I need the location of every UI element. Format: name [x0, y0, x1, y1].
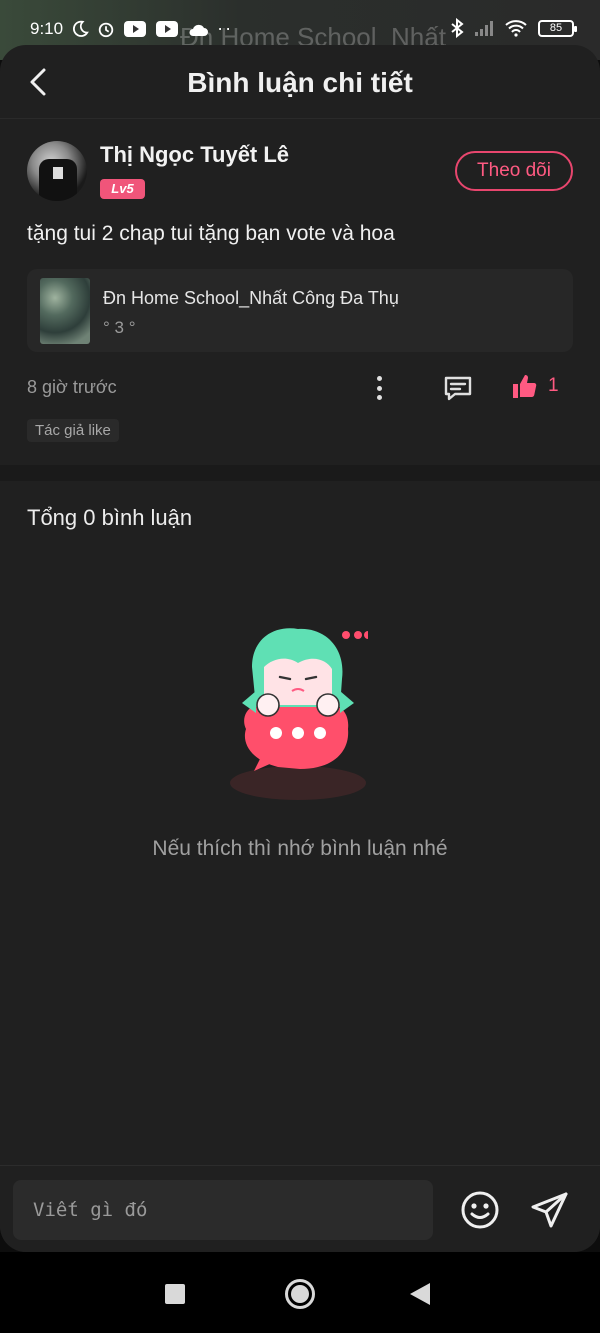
- book-card[interactable]: Đn Home School_Nhất Công Đa Thụ ° 3 °: [27, 269, 573, 352]
- youtube-icon: [124, 20, 147, 37]
- more-notifications-icon: ··: [217, 18, 234, 38]
- level-badge: Lv5: [100, 179, 145, 199]
- home-icon: [291, 1285, 309, 1303]
- wifi-icon: [505, 20, 527, 37]
- status-bar-right: 85: [450, 18, 577, 38]
- status-bar-left: 9:10 ··: [30, 18, 233, 39]
- follow-button[interactable]: Theo dõi: [455, 151, 573, 191]
- send-icon: [531, 1192, 568, 1228]
- avatar-logo: [53, 167, 63, 179]
- like-button[interactable]: 1: [510, 372, 559, 400]
- comment-input[interactable]: Viết gì đó: [13, 1180, 433, 1240]
- system-back-button[interactable]: [410, 1283, 430, 1305]
- more-button[interactable]: [370, 374, 388, 402]
- empty-comments-text: Nếu thích thì nhớ bình luận nhé: [152, 837, 448, 860]
- system-navigation-bar: [0, 1252, 600, 1333]
- comment-detail-sheet: Bình luận chi tiết Thị Ngọc Tuyết Lê Lv5…: [0, 45, 600, 1252]
- cloud-icon: [189, 24, 209, 36]
- comment-icon: [444, 376, 472, 401]
- reply-button[interactable]: [443, 374, 473, 407]
- youtube-icon: [156, 20, 179, 37]
- like-count: 1: [548, 375, 559, 396]
- timestamp: 8 giờ trước: [27, 377, 117, 397]
- thumbs-up-icon: [513, 375, 537, 398]
- page-title: Bình luận chi tiết: [187, 67, 413, 98]
- comment-total: Tổng 0 bình luận: [27, 505, 193, 530]
- bluetooth-icon: [451, 18, 464, 38]
- comment-input-bar: Viết gì đó: [0, 1165, 600, 1252]
- book-chapter: ° 3 °: [103, 318, 136, 337]
- author-like-tag: Tác giả like: [27, 419, 119, 442]
- book-cover: [40, 278, 90, 344]
- smiley-icon: [461, 1191, 499, 1229]
- home-button[interactable]: [285, 1279, 315, 1309]
- header: Bình luận chi tiết: [0, 45, 600, 119]
- section-divider: [0, 465, 600, 481]
- moon-icon: [73, 20, 89, 37]
- alarm-icon: [98, 22, 114, 37]
- battery-icon: 85: [538, 19, 577, 37]
- book-title: Đn Home School_Nhất Công Đa Thụ: [103, 288, 399, 308]
- username[interactable]: Thị Ngọc Tuyết Lê: [100, 142, 289, 168]
- recents-button[interactable]: [165, 1284, 185, 1304]
- empty-comments-illustration: [230, 628, 368, 800]
- avatar-shirt: [39, 159, 77, 201]
- battery-level: 85: [549, 21, 563, 34]
- comment-content: tặng tui 2 chap tui tặng bạn vote và hoa: [27, 222, 395, 245]
- emoji-button[interactable]: [460, 1190, 500, 1235]
- avatar[interactable]: [27, 141, 87, 201]
- signal-icon: [475, 21, 493, 36]
- send-button[interactable]: [530, 1190, 570, 1235]
- status-time: 9:10: [30, 18, 64, 38]
- more-vertical-icon: [376, 376, 382, 381]
